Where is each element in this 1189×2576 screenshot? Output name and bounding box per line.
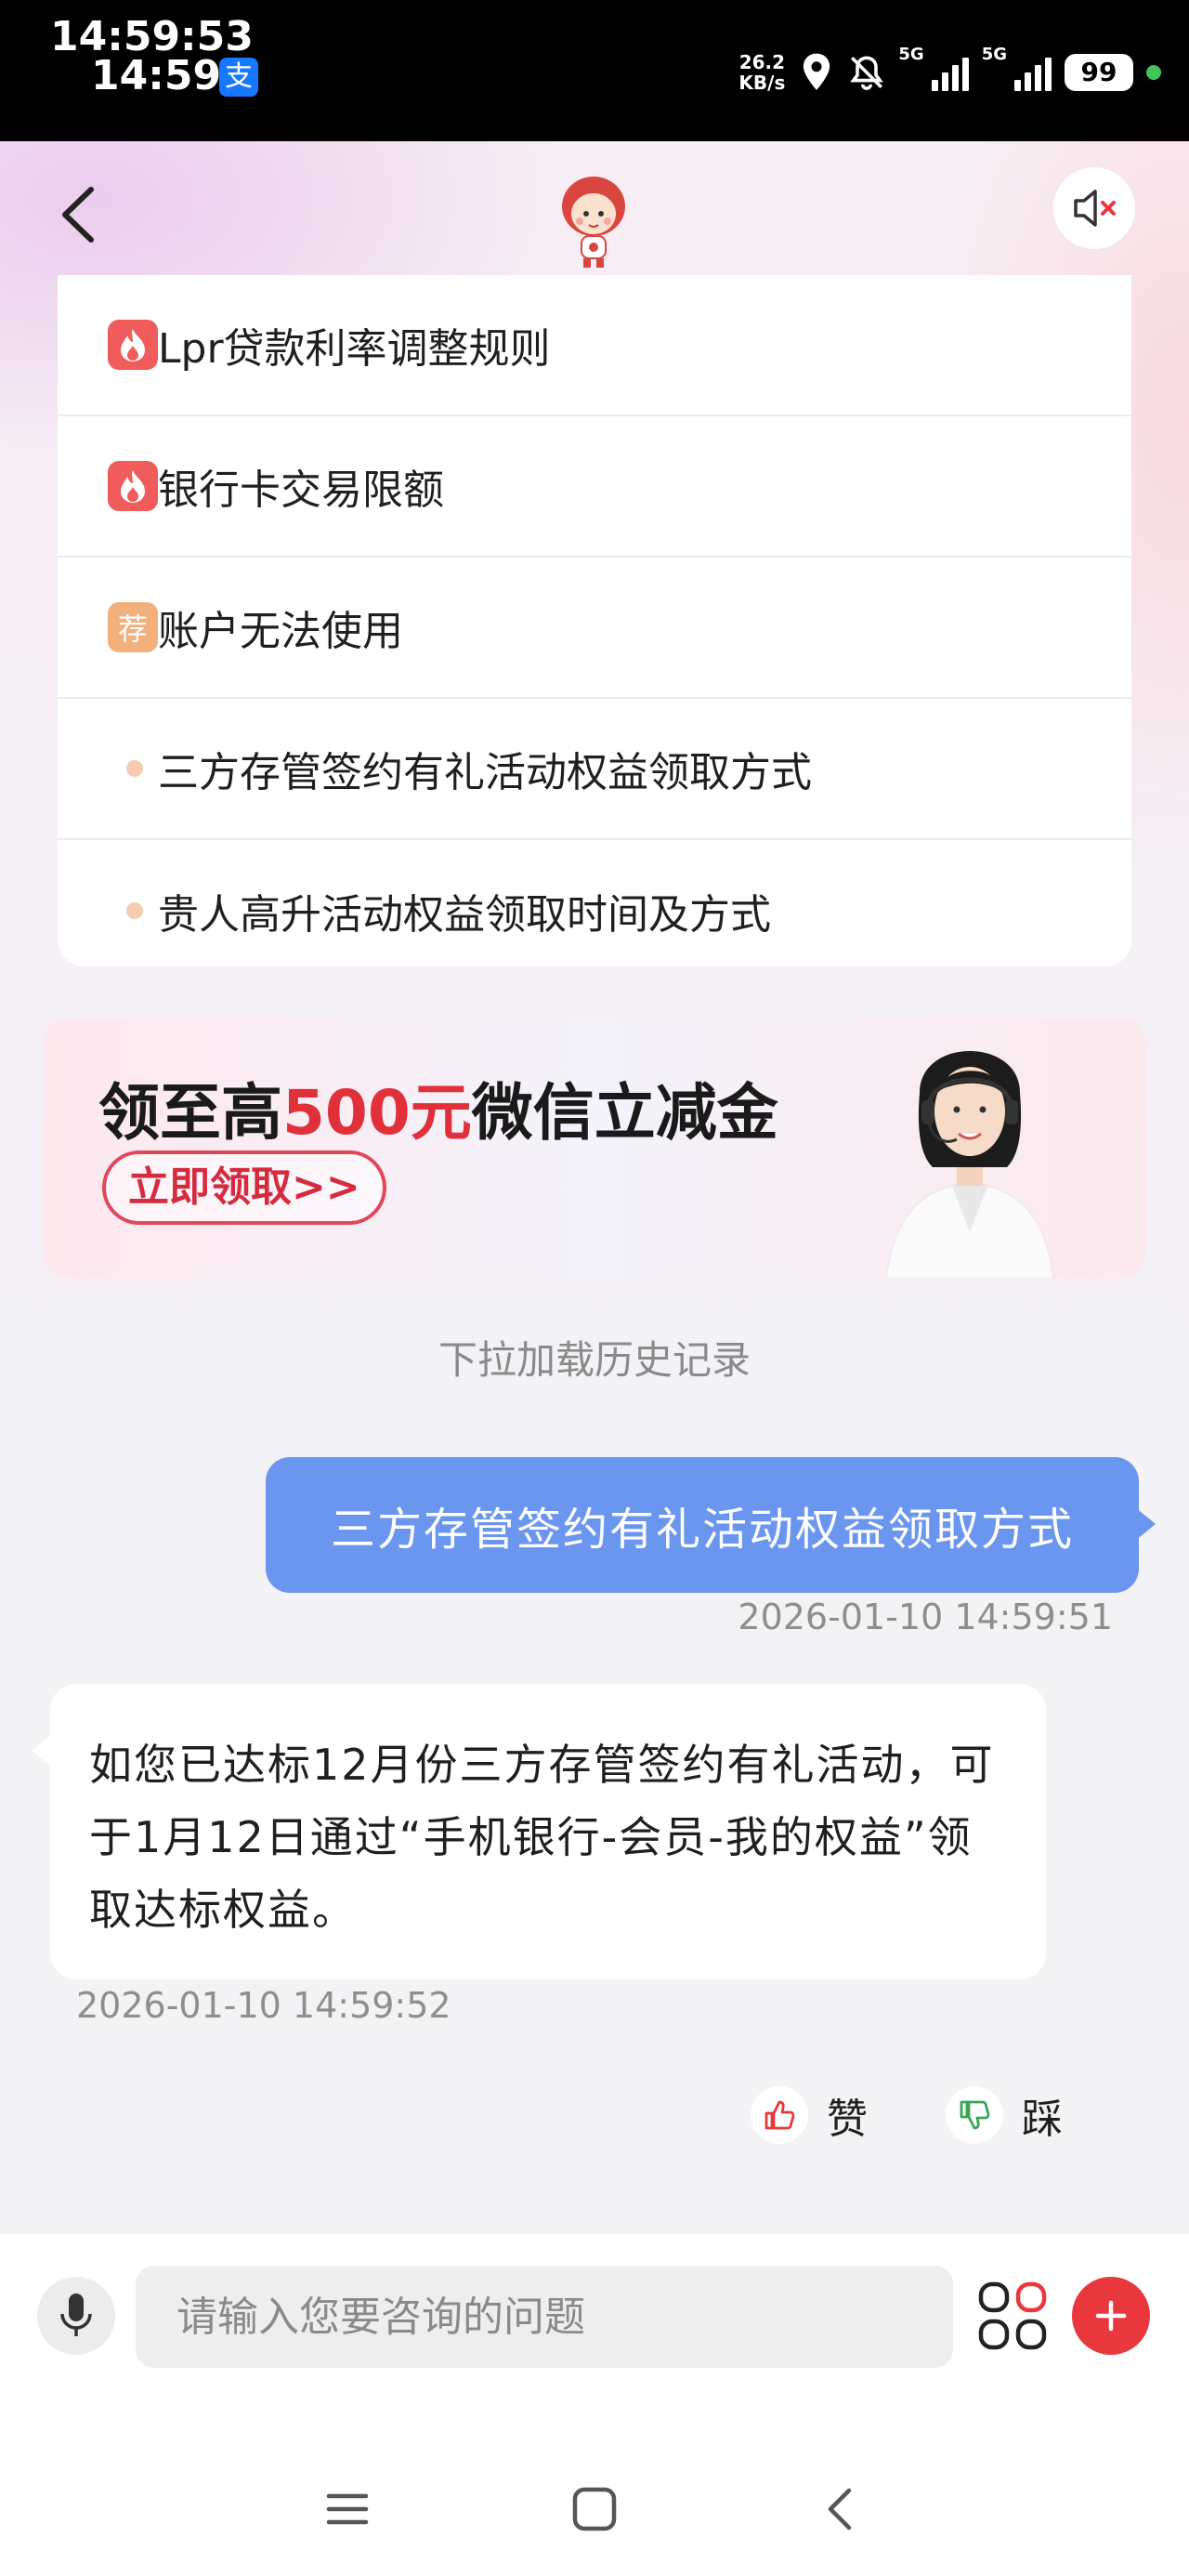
battery-icon: 99: [1065, 54, 1133, 91]
location-icon: [804, 53, 830, 90]
promo-banner[interactable]: 领至高500元微信立减金 立即领取>>: [43, 1019, 1146, 1279]
input-bar: [0, 2234, 1189, 2429]
load-history-hint[interactable]: 下拉加载历史记录: [0, 1329, 1189, 1386]
faq-item-promotion-rights[interactable]: 贵人高升活动权益领取时间及方式: [58, 840, 1131, 966]
net-speed: 26.2 KB/s: [738, 52, 785, 93]
faq-item-card-limit[interactable]: 银行卡交易限额: [58, 416, 1131, 558]
chevron-left-icon[interactable]: [56, 182, 102, 247]
faq-item-custody-rights[interactable]: 三方存管签约有礼活动权益领取方式: [58, 699, 1131, 840]
claim-button[interactable]: 立即领取>>: [102, 1150, 386, 1225]
microphone-icon: [60, 2293, 92, 2336]
banner-title: 领至高500元微信立减金: [98, 1063, 778, 1152]
net-speed-value: 26.2: [738, 51, 786, 73]
bot-message-time: 2026-01-10 14:59:52: [76, 1985, 451, 2026]
question-input[interactable]: [136, 2266, 953, 2368]
banner-title-suffix: 微信立减金: [471, 1077, 778, 1149]
bullet-dot: [126, 760, 143, 777]
faq-item-label: Lpr贷款利率调整规则: [158, 325, 551, 373]
speaker-muted-icon: [1074, 190, 1116, 227]
alipay-icon: 支: [219, 58, 258, 97]
thumbs-down-icon: [946, 2086, 1003, 2144]
faq-item-label: 三方存管签约有礼活动权益领取方式: [158, 749, 812, 796]
privacy-indicator-dot: [1146, 65, 1161, 80]
customer-service-agent-illustration: [885, 1051, 1054, 1279]
sound-toggle-button[interactable]: [1053, 167, 1135, 249]
signal-icon: [1014, 54, 1052, 91]
user-message-time: 2026-01-10 14:59:51: [738, 1597, 1113, 1637]
fire-icon: [108, 461, 158, 511]
bell-muted-icon: [850, 56, 884, 90]
status-bar: 14:59:53 14:59 支 26.2 KB/s 5G 5G 99: [0, 0, 1189, 141]
user-bubble-tail: [1135, 1507, 1156, 1541]
voice-input-button[interactable]: [37, 2277, 115, 2355]
sim2-label: 5G: [981, 45, 1007, 64]
faq-item-label: 银行卡交易限额: [158, 467, 444, 514]
home-icon[interactable]: [567, 2481, 622, 2537]
faq-list: Lpr贷款利率调整规则 银行卡交易限额 荐 账户无法使用 三方存管签约有礼活动权…: [58, 275, 1131, 966]
faq-item-label: 贵人高升活动权益领取时间及方式: [158, 891, 771, 939]
plus-icon: [1095, 2300, 1127, 2332]
dislike-button[interactable]: 踩: [946, 2085, 1063, 2145]
more-actions-button[interactable]: [1072, 2277, 1150, 2355]
fire-icon: [108, 320, 158, 370]
status-icons: 26.2 KB/s 5G 5G 99: [738, 45, 1161, 100]
bullet-dot: [126, 902, 143, 919]
like-button[interactable]: 赞: [751, 2085, 868, 2145]
bot-message-bubble: 如您已达标12月份三方存管签约有礼活动，可于1月12日通过“手机银行-会员-我的…: [50, 1684, 1046, 1979]
bot-bubble-tail: [32, 1734, 52, 1768]
status-time: 14:59: [91, 52, 222, 99]
net-speed-unit: KB/s: [738, 72, 786, 94]
like-label: 赞: [827, 2096, 868, 2143]
signal-icon: [931, 54, 969, 91]
sim1-label: 5G: [898, 45, 924, 64]
faq-item-label: 账户无法使用: [158, 608, 403, 655]
faq-item-account-unusable[interactable]: 荐 账户无法使用: [58, 558, 1131, 699]
system-nav-bar: [0, 2429, 1189, 2576]
banner-title-prefix: 领至高: [98, 1077, 282, 1149]
banner-title-amount: 500元: [282, 1077, 472, 1149]
recommend-badge: 荐: [108, 602, 158, 652]
dislike-label: 踩: [1022, 2096, 1063, 2143]
user-message-bubble: 三方存管签约有礼活动权益领取方式: [266, 1457, 1139, 1593]
faq-item-lpr[interactable]: Lpr贷款利率调整规则: [58, 275, 1131, 416]
back-icon[interactable]: [814, 2481, 869, 2537]
thumbs-up-icon: [751, 2086, 808, 2144]
mascot-avatar: [562, 177, 625, 268]
services-grid-icon[interactable]: [975, 2279, 1050, 2353]
menu-icon[interactable]: [320, 2481, 375, 2537]
